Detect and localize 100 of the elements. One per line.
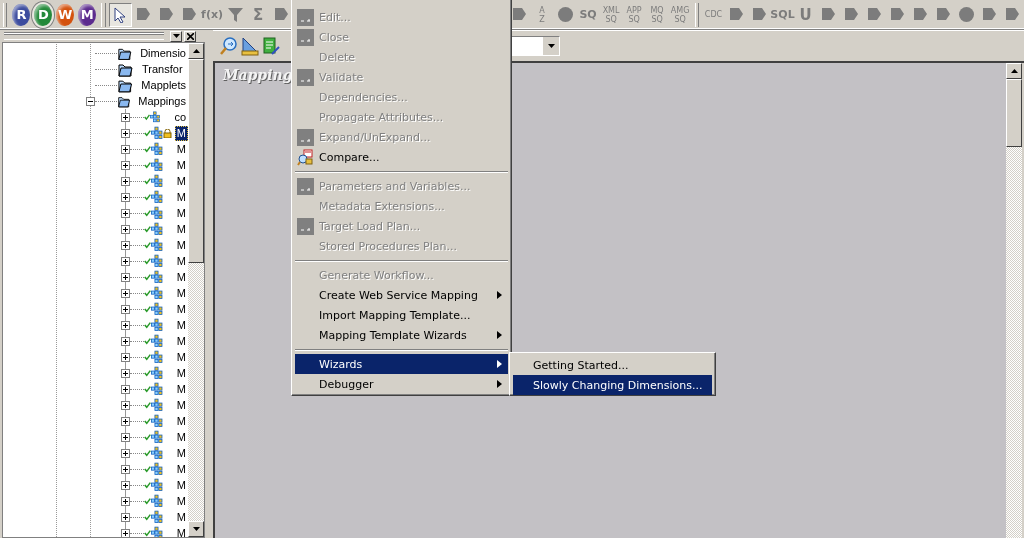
mapping-label[interactable]: M bbox=[174, 125, 188, 141]
command-icon bbox=[297, 28, 314, 46]
scroll-thumb[interactable] bbox=[188, 59, 204, 263]
pointer-tool[interactable] bbox=[108, 2, 132, 27]
folder-label[interactable]: Dimensio bbox=[138, 45, 188, 61]
expand-icon[interactable] bbox=[121, 304, 130, 314]
mapping-label[interactable]: M bbox=[174, 285, 188, 301]
expand-icon[interactable] bbox=[121, 320, 130, 330]
mapping-label[interactable]: M bbox=[174, 381, 188, 397]
menu-item[interactable]: Wizards bbox=[295, 354, 508, 374]
scroll-thumb[interactable] bbox=[1006, 79, 1022, 147]
mapping-icon bbox=[151, 157, 163, 173]
mapping-label[interactable]: M bbox=[174, 397, 188, 413]
expand-icon[interactable] bbox=[121, 352, 130, 362]
expand-icon[interactable] bbox=[121, 272, 130, 282]
mapping-label[interactable]: M bbox=[174, 301, 188, 317]
scrollbar[interactable] bbox=[1006, 63, 1022, 538]
expand-icon[interactable] bbox=[121, 528, 130, 537]
mapping-label[interactable]: M bbox=[174, 413, 188, 429]
expand-icon[interactable] bbox=[121, 464, 130, 474]
menu-item[interactable]: Debugger bbox=[295, 374, 508, 394]
expand-icon[interactable] bbox=[121, 432, 130, 442]
expand-icon[interactable] bbox=[121, 416, 130, 426]
mapping-icon bbox=[151, 461, 163, 477]
expand-icon[interactable] bbox=[121, 336, 130, 346]
mapping-label[interactable]: M bbox=[174, 445, 188, 461]
mapping-label[interactable]: M bbox=[174, 333, 188, 349]
mapping-label[interactable]: M bbox=[174, 157, 188, 173]
title-bar-grip[interactable] bbox=[4, 32, 164, 40]
scrollbar[interactable] bbox=[188, 43, 204, 537]
circle-icon[interactable] bbox=[556, 6, 574, 23]
mapping-icon bbox=[151, 445, 163, 461]
mapping-label[interactable]: M bbox=[174, 477, 188, 493]
menu-item[interactable]: Create Web Service Mapping bbox=[295, 285, 508, 305]
expand-icon[interactable] bbox=[121, 368, 130, 378]
expand-icon[interactable] bbox=[121, 288, 130, 298]
scroll-up-icon bbox=[192, 49, 200, 53]
collapse-icon[interactable] bbox=[86, 96, 95, 106]
menu-item[interactable]: Getting Started... bbox=[513, 355, 712, 375]
mapping-label[interactable]: M bbox=[174, 461, 188, 477]
folder-label[interactable]: Mapplets bbox=[139, 77, 188, 93]
expand-icon[interactable] bbox=[121, 496, 130, 506]
app-button[interactable]: M bbox=[78, 3, 97, 26]
expand-icon[interactable] bbox=[121, 512, 130, 522]
menu-item[interactable]: Compare... bbox=[295, 147, 508, 167]
panel-menu-button[interactable] bbox=[170, 30, 182, 42]
expand-icon[interactable] bbox=[121, 240, 130, 250]
folder-icon bbox=[117, 61, 133, 77]
app-button[interactable]: W bbox=[56, 3, 75, 26]
folder-icon bbox=[117, 77, 133, 93]
expand-icon[interactable] bbox=[121, 208, 130, 218]
mapping-label[interactable]: M bbox=[174, 221, 188, 237]
expand-icon[interactable] bbox=[121, 128, 130, 138]
expand-icon[interactable] bbox=[121, 480, 130, 490]
mapping-label[interactable]: M bbox=[174, 493, 188, 509]
mapping-label[interactable]: M bbox=[174, 237, 188, 253]
expand-icon[interactable] bbox=[121, 448, 130, 458]
menu-item[interactable]: Slowly Changing Dimensions... bbox=[513, 375, 712, 395]
scroll-up-icon bbox=[1010, 69, 1018, 73]
mapping-label[interactable]: M bbox=[174, 141, 188, 157]
folder-label[interactable]: Mappings bbox=[136, 93, 188, 109]
mapping-label[interactable]: M bbox=[174, 317, 188, 333]
mapping-label[interactable]: M bbox=[174, 429, 188, 445]
expand-icon[interactable] bbox=[121, 192, 130, 202]
folder-label[interactable]: Transfor bbox=[140, 61, 185, 77]
mapping-label[interactable]: M bbox=[174, 349, 188, 365]
mapping-label[interactable]: M bbox=[174, 509, 188, 525]
mapping-icon bbox=[151, 285, 163, 301]
expand-icon[interactable] bbox=[121, 144, 130, 154]
mapping-label[interactable]: M bbox=[174, 365, 188, 381]
expand-icon[interactable] bbox=[121, 176, 130, 186]
expand-icon[interactable] bbox=[121, 400, 130, 410]
expand-icon[interactable] bbox=[121, 160, 130, 170]
expand-icon[interactable] bbox=[121, 224, 130, 234]
compare-icon bbox=[297, 148, 314, 166]
tool-icon[interactable] bbox=[510, 6, 528, 23]
filter-icon[interactable] bbox=[226, 6, 244, 23]
mapping-label[interactable]: M bbox=[174, 205, 188, 221]
mapping-icon bbox=[151, 141, 163, 157]
mapping-label[interactable]: M bbox=[174, 525, 188, 537]
expand-icon[interactable] bbox=[121, 256, 130, 266]
scroll-down-icon bbox=[192, 527, 200, 531]
close-button[interactable] bbox=[184, 30, 196, 42]
mapping-icon bbox=[151, 413, 163, 429]
expand-icon[interactable] bbox=[121, 112, 130, 122]
mapping-label[interactable]: M bbox=[174, 173, 188, 189]
expand-icon[interactable] bbox=[121, 384, 130, 394]
mapping-label[interactable]: M bbox=[174, 253, 188, 269]
circle-icon[interactable] bbox=[958, 6, 975, 23]
menu-item[interactable]: Import Mapping Template... bbox=[295, 305, 508, 325]
mapping-label[interactable]: M bbox=[174, 189, 188, 205]
pointer-icon bbox=[114, 6, 127, 23]
app-button[interactable]: R bbox=[12, 3, 31, 26]
app-button[interactable]: D bbox=[34, 3, 53, 26]
menu-item[interactable]: Mapping Template Wizards bbox=[295, 325, 508, 345]
mapping-label[interactable]: co bbox=[172, 109, 188, 125]
ruler-icon[interactable] bbox=[240, 36, 260, 56]
document-edit-icon[interactable] bbox=[261, 36, 281, 56]
zoom-icon[interactable] bbox=[219, 36, 239, 56]
mapping-label[interactable]: M bbox=[174, 269, 188, 285]
